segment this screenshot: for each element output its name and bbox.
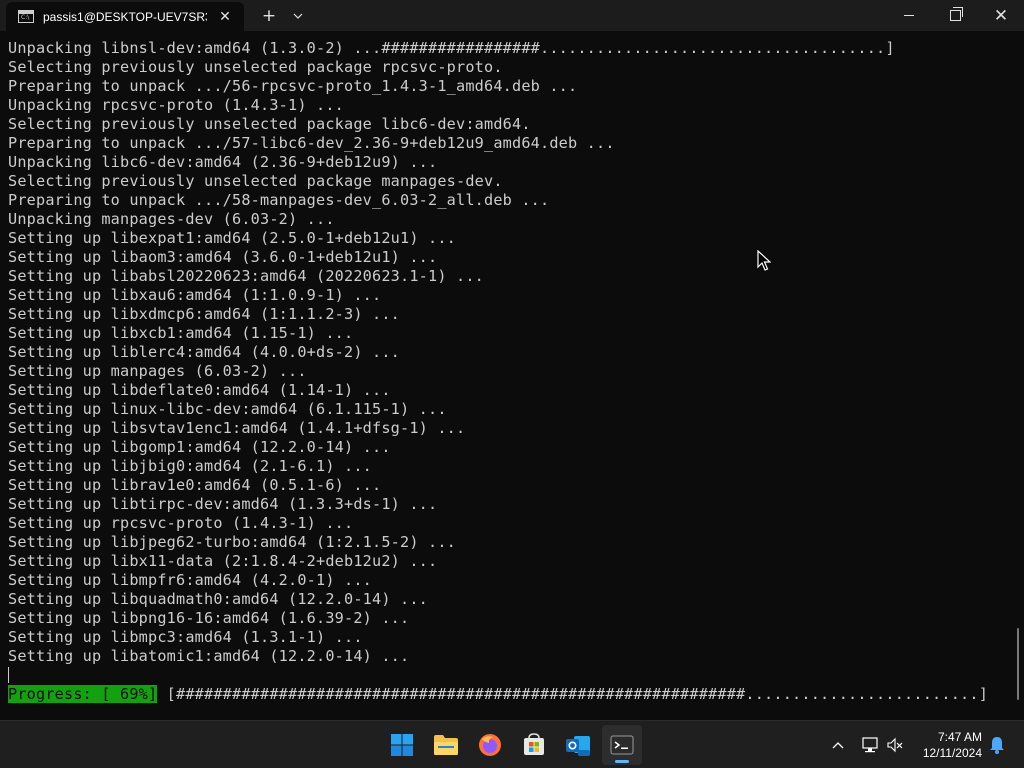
terminal-line: Preparing to unpack .../57-libc6-dev_2.3… bbox=[8, 134, 615, 152]
title-bar: C:\ passis1@DESKTOP-UEV7SR3: ~ ✕ + ✕ bbox=[0, 0, 1024, 31]
terminal-line: Setting up linux-libc-dev:amd64 (6.1.115… bbox=[8, 400, 447, 418]
terminal-line: Setting up libexpat1:amd64 (2.5.0-1+deb1… bbox=[8, 229, 457, 247]
close-window-button[interactable]: ✕ bbox=[978, 0, 1024, 31]
scrollbar-thumb[interactable] bbox=[1017, 628, 1019, 700]
terminal-line: Preparing to unpack .../56-rpcsvc-proto_… bbox=[8, 77, 578, 95]
terminal-icon bbox=[610, 735, 634, 755]
terminal-line: Setting up librav1e0:amd64 (0.5.1-6) ... bbox=[8, 476, 382, 494]
terminal-line: Setting up libxcb1:amd64 (1.15-1) ... bbox=[8, 324, 354, 342]
terminal-line: Setting up libtirpc-dev:amd64 (1.3.3+ds-… bbox=[8, 495, 438, 513]
active-app-indicator bbox=[615, 760, 629, 763]
restore-icon bbox=[949, 7, 963, 21]
restore-button[interactable] bbox=[932, 0, 978, 31]
terminal-line: Setting up manpages (6.03-2) ... bbox=[8, 362, 307, 380]
close-icon: ✕ bbox=[993, 5, 1009, 26]
terminal-line: Setting up libsvtav1enc1:amd64 (1.4.1+df… bbox=[8, 419, 466, 437]
command-prompt-icon: C:\ bbox=[18, 10, 34, 23]
clock-time: 7:47 AM bbox=[937, 730, 982, 744]
volume-button[interactable] bbox=[884, 721, 906, 768]
chevron-up-icon bbox=[832, 742, 844, 749]
mouse-pointer-icon bbox=[757, 250, 771, 271]
new-tab-button[interactable]: + bbox=[256, 0, 282, 31]
start-button[interactable] bbox=[382, 725, 422, 765]
terminal-line: Setting up libmpfr6:amd64 (4.2.0-1) ... bbox=[8, 571, 373, 589]
terminal-line: Setting up libabsl20220623:amd64 (202206… bbox=[8, 267, 485, 285]
terminal-line: Setting up libxau6:amd64 (1:1.0.9-1) ... bbox=[8, 286, 382, 304]
terminal-line: Preparing to unpack .../58-manpages-dev_… bbox=[8, 191, 550, 209]
minimize-button[interactable] bbox=[886, 0, 932, 31]
store-icon bbox=[524, 733, 544, 755]
terminal-line: Setting up libx11-data (2:1.8.4-2+deb12u… bbox=[8, 552, 438, 570]
firefox-icon bbox=[479, 734, 501, 756]
clock[interactable]: 7:47 AM 12/11/2024 bbox=[910, 729, 982, 761]
volume-muted-icon bbox=[887, 737, 903, 753]
terminal-line: Setting up libxdmcp6:amd64 (1:1.1.2-3) .… bbox=[8, 305, 401, 323]
microsoft-store-button[interactable] bbox=[514, 725, 554, 765]
terminal-line: Unpacking rpcsvc-proto (1.4.3-1) ... bbox=[8, 96, 345, 114]
terminal-line: Setting up libpng16-16:amd64 (1.6.39-2) … bbox=[8, 609, 410, 627]
notifications-button[interactable] bbox=[986, 721, 1008, 768]
terminal-taskbar-button[interactable] bbox=[602, 725, 642, 765]
terminal-line: Setting up libaom3:amd64 (3.6.0-1+deb12u… bbox=[8, 248, 438, 266]
tab-close-icon[interactable]: ✕ bbox=[215, 9, 235, 25]
text-cursor bbox=[8, 667, 9, 683]
progress-label: Progress: [ 69%] bbox=[8, 685, 158, 703]
terminal-tab[interactable]: C:\ passis1@DESKTOP-UEV7SR3: ~ ✕ bbox=[6, 2, 244, 31]
windows-start-icon bbox=[391, 734, 413, 756]
chevron-down-icon bbox=[293, 13, 303, 19]
file-explorer-icon bbox=[434, 735, 458, 755]
terminal-line: Setting up liblerc4:amd64 (4.0.0+ds-2) .… bbox=[8, 343, 401, 361]
progress-bar: [#######################################… bbox=[157, 685, 989, 703]
tab-dropdown-button[interactable] bbox=[286, 0, 310, 31]
bell-icon bbox=[990, 737, 1004, 754]
terminal-line: Setting up libjbig0:amd64 (2.1-6.1) ... bbox=[8, 457, 373, 475]
terminal-line: Selecting previously unselected package … bbox=[8, 115, 531, 133]
terminal-line: Unpacking libc6-dev:amd64 (2.36-9+deb12u… bbox=[8, 153, 438, 171]
terminal-line: Setting up rpcsvc-proto (1.4.3-1) ... bbox=[8, 514, 354, 532]
terminal-output[interactable]: Unpacking libnsl-dev:amd64 (1.3.0-2) ...… bbox=[8, 39, 1008, 709]
terminal-line: Selecting previously unselected package … bbox=[8, 58, 503, 76]
show-hidden-icons-button[interactable] bbox=[826, 721, 850, 768]
network-button[interactable] bbox=[858, 721, 882, 768]
progress-row: Progress: [ 69%] [######################… bbox=[8, 685, 988, 704]
outlook-icon bbox=[566, 736, 590, 756]
terminal-line: Unpacking manpages-dev (6.03-2) ... bbox=[8, 210, 335, 228]
outlook-button[interactable] bbox=[558, 725, 598, 765]
terminal-line: Setting up libatomic1:amd64 (12.2.0-14) … bbox=[8, 647, 410, 665]
terminal-line: Setting up libgomp1:amd64 (12.2.0-14) ..… bbox=[8, 438, 391, 456]
file-explorer-button[interactable] bbox=[426, 725, 466, 765]
taskbar: 7:47 AM 12/11/2024 bbox=[0, 720, 1024, 768]
terminal-line: Setting up libmpc3:amd64 (1.3.1-1) ... bbox=[8, 628, 363, 646]
network-icon bbox=[862, 737, 878, 753]
terminal-line: Setting up libquadmath0:amd64 (12.2.0-14… bbox=[8, 590, 429, 608]
minimize-icon bbox=[904, 15, 914, 16]
terminal-line: Selecting previously unselected package … bbox=[8, 172, 503, 190]
terminal-line: Unpacking libnsl-dev:amd64 (1.3.0-2) ...… bbox=[8, 39, 895, 57]
terminal-line: Setting up libjpeg62-turbo:amd64 (1:2.1.… bbox=[8, 533, 457, 551]
terminal-line: Setting up libdeflate0:amd64 (1.14-1) ..… bbox=[8, 381, 391, 399]
firefox-button[interactable] bbox=[470, 725, 510, 765]
clock-date: 12/11/2024 bbox=[922, 746, 982, 760]
tab-title: passis1@DESKTOP-UEV7SR3: ~ bbox=[43, 9, 207, 24]
tab-icon-text: C:\ bbox=[21, 14, 30, 21]
